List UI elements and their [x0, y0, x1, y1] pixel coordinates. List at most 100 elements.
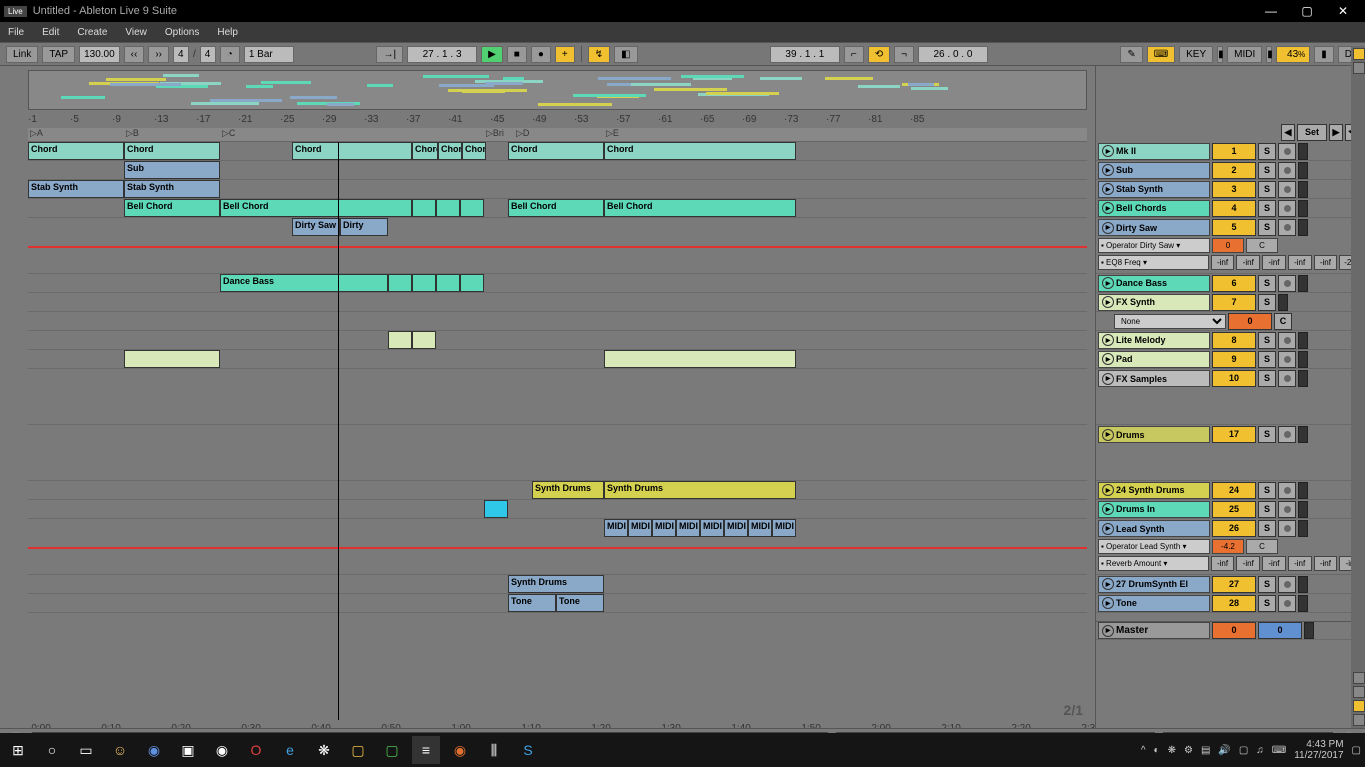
locator[interactable]: ▷E: [604, 128, 621, 139]
menu-view[interactable]: View: [125, 27, 147, 38]
track-name[interactable]: ▶FX Synth: [1098, 294, 1210, 311]
bar-ruler[interactable]: ·1·5·9·13·17·21·25·29·33·37·41·45·49·53·…: [28, 112, 1087, 128]
app2-icon[interactable]: ◉: [140, 736, 168, 764]
keyboard-icon[interactable]: ⌨: [1147, 46, 1175, 63]
clip[interactable]: Dirty: [340, 218, 388, 236]
track-name[interactable]: ▶FX Samples: [1098, 370, 1210, 387]
solo-button[interactable]: S: [1258, 351, 1276, 368]
x-toggle-icon[interactable]: [1353, 714, 1365, 726]
app1-icon[interactable]: ☺: [106, 736, 134, 764]
overview[interactable]: [28, 70, 1087, 110]
clip[interactable]: Chord: [28, 142, 124, 160]
track-number[interactable]: 4: [1212, 200, 1256, 217]
device-c[interactable]: C: [1246, 539, 1278, 554]
midi-in-icon[interactable]: ▮: [1217, 46, 1223, 63]
tray-chevron-icon[interactable]: ^: [1141, 745, 1146, 756]
clip[interactable]: [124, 350, 220, 368]
track-name[interactable]: ▶Drums: [1098, 426, 1210, 443]
solo-button[interactable]: S: [1258, 200, 1276, 217]
device-val[interactable]: -inf: [1314, 255, 1338, 270]
device-val[interactable]: -inf: [1211, 556, 1235, 571]
clip[interactable]: Bell Chord: [124, 199, 220, 217]
clip[interactable]: MIDI: [676, 519, 700, 537]
clip[interactable]: [388, 274, 412, 292]
nudge-down-icon[interactable]: ‹‹: [124, 46, 145, 63]
track-lane[interactable]: [28, 331, 1087, 350]
play-icon[interactable]: ▶: [1102, 164, 1114, 176]
clip[interactable]: MIDI: [604, 519, 628, 537]
key-button[interactable]: KEY: [1179, 46, 1213, 63]
master-track-name[interactable]: ▶Master: [1098, 622, 1210, 639]
locator-row[interactable]: ▷A▷B▷C▷Bri▷D▷E: [28, 128, 1087, 142]
clip[interactable]: Dirty Saw: [292, 218, 340, 236]
notifications-icon[interactable]: ▢: [1352, 745, 1361, 756]
clip[interactable]: [436, 199, 460, 217]
track-number[interactable]: 26: [1212, 520, 1256, 537]
track-number[interactable]: 8: [1212, 332, 1256, 349]
app5-icon[interactable]: ▢: [378, 736, 406, 764]
device-select[interactable]: None: [1114, 314, 1226, 329]
locator[interactable]: ▷B: [124, 128, 141, 139]
tray-icon5[interactable]: ♫: [1256, 745, 1264, 756]
playhead[interactable]: [338, 142, 339, 720]
clip[interactable]: Chord: [292, 142, 412, 160]
track-number[interactable]: 5: [1212, 219, 1256, 236]
play-button[interactable]: ▶: [481, 46, 503, 63]
track-lane[interactable]: [28, 369, 1087, 425]
d-toggle-icon[interactable]: [1353, 700, 1365, 712]
play-icon[interactable]: ▶: [1102, 296, 1114, 308]
arm-button[interactable]: [1278, 275, 1296, 292]
clip[interactable]: Synth Drums: [604, 481, 796, 499]
search-icon[interactable]: ○: [38, 736, 66, 764]
close-button[interactable]: ✕: [1325, 0, 1361, 22]
menu-file[interactable]: File: [8, 27, 24, 38]
clip[interactable]: [412, 199, 436, 217]
clock-time[interactable]: 4:43 PM: [1294, 739, 1343, 750]
explorer-icon[interactable]: ▢: [344, 736, 372, 764]
tap-button[interactable]: TAP: [42, 46, 75, 63]
track-name[interactable]: ▶24 Synth Drums: [1098, 482, 1210, 499]
arm-button[interactable]: [1278, 501, 1296, 518]
arm-button[interactable]: [1278, 576, 1296, 593]
play-icon[interactable]: ▶: [1102, 222, 1114, 234]
chrome-icon[interactable]: ◉: [208, 736, 236, 764]
clip[interactable]: Tone: [556, 594, 604, 612]
firefox-icon[interactable]: ◉: [446, 736, 474, 764]
clip[interactable]: MIDI: [700, 519, 724, 537]
arm-button[interactable]: [1278, 162, 1296, 179]
tray-icon3[interactable]: ⚙: [1184, 745, 1193, 756]
punch-out-icon[interactable]: ¬: [894, 46, 914, 63]
opera-icon[interactable]: O: [242, 736, 270, 764]
clip[interactable]: MIDI: [748, 519, 772, 537]
track-lane[interactable]: MIDIMIDIMIDIMIDIMIDIMIDIMIDIMIDI: [28, 519, 1087, 575]
clip[interactable]: Chord: [508, 142, 604, 160]
sig-num[interactable]: 4: [173, 46, 189, 63]
stop-button[interactable]: ■: [507, 46, 527, 63]
locator[interactable]: ▷C: [220, 128, 237, 139]
clip[interactable]: [388, 331, 412, 349]
clip[interactable]: MIDI: [628, 519, 652, 537]
clip[interactable]: Bell Chord: [604, 199, 796, 217]
solo-button[interactable]: S: [1258, 181, 1276, 198]
midi-out-icon[interactable]: ▮: [1266, 46, 1272, 63]
solo-button[interactable]: S: [1258, 576, 1276, 593]
solo-button[interactable]: S: [1258, 219, 1276, 236]
play-icon[interactable]: ▶: [1102, 145, 1114, 157]
clip[interactable]: [460, 274, 484, 292]
track-lane[interactable]: Synth Drums: [28, 575, 1087, 594]
track-number[interactable]: 1: [1212, 143, 1256, 160]
clip[interactable]: Chord: [124, 142, 220, 160]
clip[interactable]: Dance Bass: [220, 274, 388, 292]
io-toggle-icon[interactable]: [1353, 48, 1365, 60]
solo-button[interactable]: S: [1258, 595, 1276, 612]
device-val[interactable]: -inf: [1262, 255, 1286, 270]
set-button[interactable]: Set: [1297, 124, 1327, 141]
track-name[interactable]: ▶Dirty Saw: [1098, 219, 1210, 236]
track-lane[interactable]: [28, 500, 1087, 519]
arm-button[interactable]: [1278, 200, 1296, 217]
loop-button[interactable]: ⟲: [868, 46, 890, 63]
menu-help[interactable]: Help: [217, 27, 238, 38]
track-lane[interactable]: ChordChordChordChordChordChordChordChord: [28, 142, 1087, 161]
device-val[interactable]: -inf: [1236, 556, 1260, 571]
device-select[interactable]: ▪ Operator Lead Synth ▾: [1098, 539, 1210, 554]
